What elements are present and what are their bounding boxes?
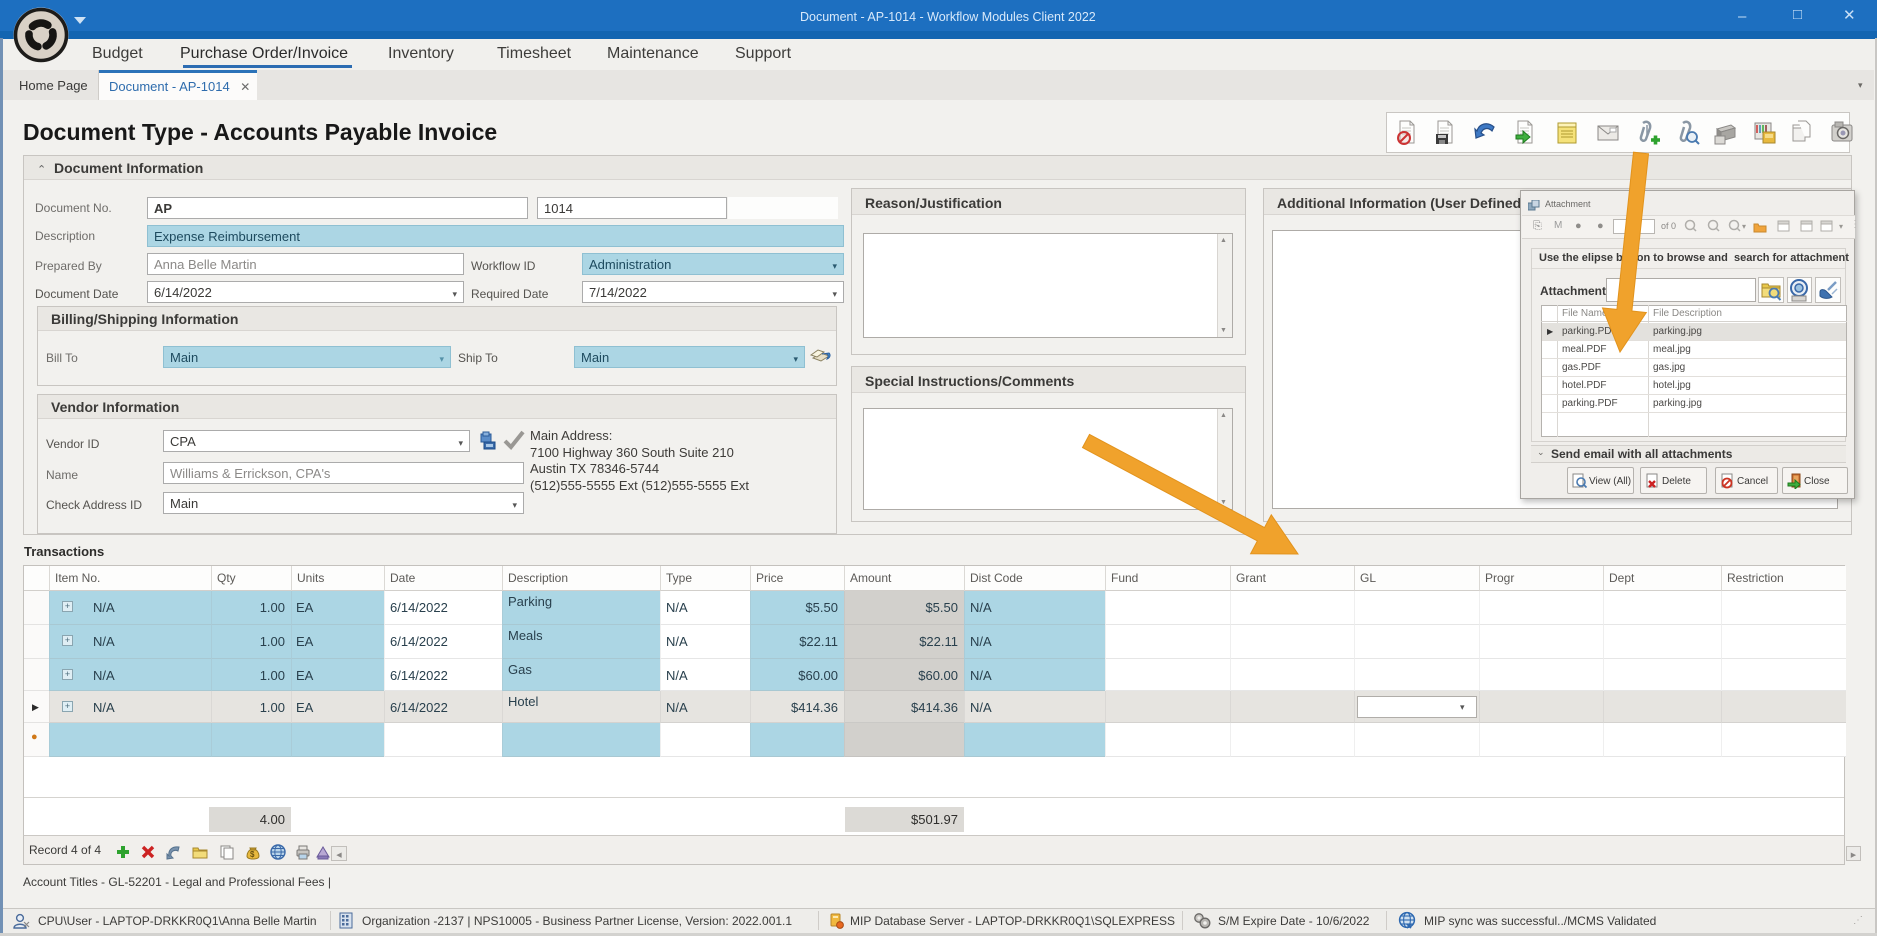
svg-text:$: $ [250,850,255,859]
